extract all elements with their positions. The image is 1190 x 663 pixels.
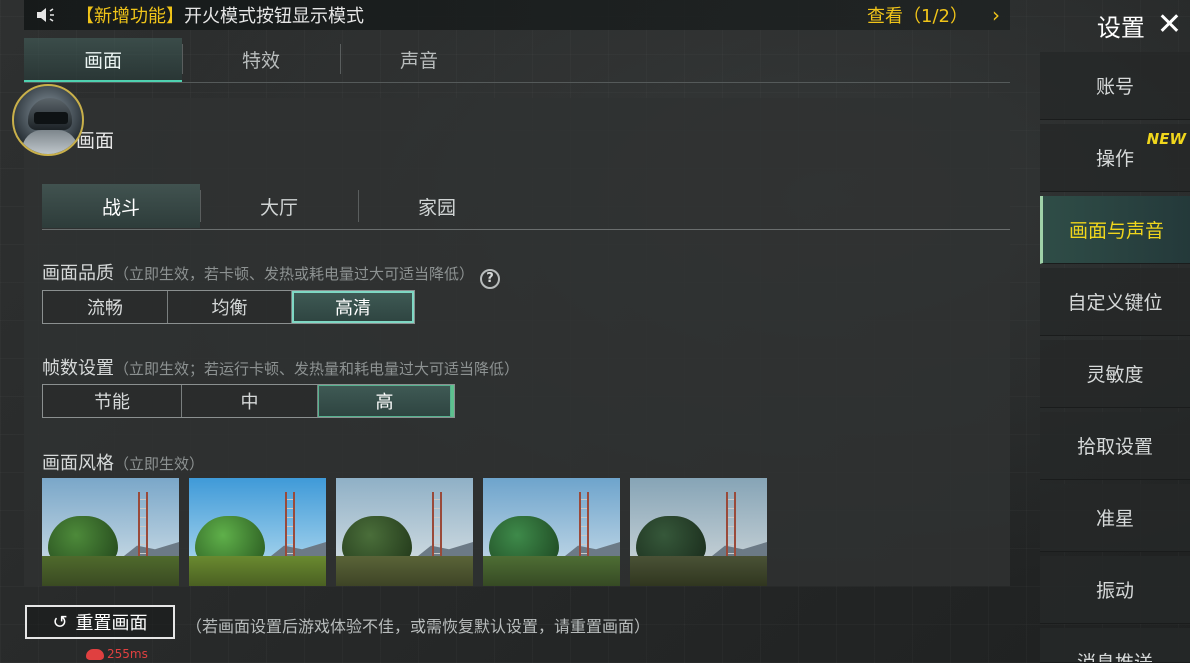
sidebar-item-notifications[interactable]: 消息推送 <box>1040 628 1190 663</box>
divider <box>24 82 1010 83</box>
notice-tag: 【新增功能】 <box>76 6 184 27</box>
style-thumbnails <box>42 478 767 586</box>
speaker-icon <box>26 6 66 24</box>
style-thumbnail-2[interactable] <box>189 478 326 586</box>
fps-option-high[interactable]: 高 <box>317 385 454 417</box>
fps-option-medium[interactable]: 中 <box>181 385 317 417</box>
sidebar-item-controls[interactable]: 操作 NEW <box>1040 124 1190 192</box>
close-icon[interactable]: ✕ <box>1157 10 1182 40</box>
settings-title: 设置 <box>1096 13 1145 42</box>
sidebar-item-crosshair[interactable]: 准星 <box>1040 484 1190 552</box>
ping-indicator: 255ms <box>86 647 148 661</box>
fps-hint: （立即生效；若运行卡顿、发热量和耗电量过大可适当降低） <box>114 360 520 378</box>
sidebar-item-sensitivity[interactable]: 灵敏度 <box>1040 340 1190 408</box>
reset-icon: ↺ <box>52 611 68 633</box>
reset-graphics-button[interactable]: ↺ 重置画面 <box>25 605 175 639</box>
style-thumbnail-1[interactable] <box>42 478 179 586</box>
tab-combat[interactable]: 战斗 <box>42 184 200 228</box>
quality-selector: 流畅 均衡 高清 <box>42 290 415 324</box>
style-hint: （立即生效） <box>114 455 205 473</box>
notice-message: 开火模式按钮显示模式 <box>184 6 364 27</box>
sidebar-item-graphics-sound[interactable]: 画面与声音 <box>1040 196 1190 264</box>
style-thumbnail-5[interactable] <box>630 478 767 586</box>
ping-value: 255ms <box>107 647 148 661</box>
tab-sound[interactable]: 声音 <box>340 38 498 80</box>
style-thumbnail-4[interactable] <box>483 478 620 586</box>
tab-graphics[interactable]: 画面 <box>24 38 182 82</box>
avatar[interactable] <box>12 84 84 156</box>
fps-option-power-saving[interactable]: 节能 <box>43 385 181 417</box>
quality-option-smooth[interactable]: 流畅 <box>43 291 167 323</box>
sidebar-header: 设置 ✕ <box>1040 0 1190 50</box>
quality-option-balanced[interactable]: 均衡 <box>167 291 291 323</box>
fps-title: 帧数设置 <box>42 358 114 379</box>
style-title: 画面风格 <box>42 453 114 474</box>
tab-effects[interactable]: 特效 <box>182 38 340 80</box>
quality-label: 画面品质（立即生效，若卡顿、发热或耗电量过大可适当降低）? <box>42 259 501 289</box>
notice-bar[interactable]: 【新增功能】 开火模式按钮显示模式 查看（1/2） › <box>24 0 1010 30</box>
style-thumbnail-3[interactable] <box>336 478 473 586</box>
sub-tabs: 战斗 大厅 家园 <box>42 184 1010 230</box>
style-label: 画面风格（立即生效） <box>42 449 204 475</box>
cloud-icon <box>86 648 104 660</box>
top-tabs: 画面 特效 声音 <box>24 38 1010 82</box>
sidebar-item-account[interactable]: 账号 <box>1040 52 1190 120</box>
tab-home[interactable]: 家园 <box>358 184 516 228</box>
reset-label: 重置画面 <box>75 613 148 634</box>
sidebar-item-label: 操作 <box>1095 148 1134 170</box>
fps-selector: 节能 中 高 <box>42 384 455 418</box>
tab-lobby[interactable]: 大厅 <box>200 184 358 228</box>
fps-label: 帧数设置（立即生效；若运行卡顿、发热量和耗电量过大可适当降低） <box>42 354 519 380</box>
reset-note: （若画面设置后游戏体验不佳，或需恢复默认设置，请重置画面） <box>186 617 651 636</box>
new-badge: NEW <box>1146 130 1186 148</box>
help-icon[interactable]: ? <box>480 268 501 289</box>
quality-hint: （立即生效，若卡顿、发热或耗电量过大可适当降低） <box>114 265 475 283</box>
quality-title: 画面品质 <box>42 263 114 284</box>
sidebar-item-pickup[interactable]: 拾取设置 <box>1040 412 1190 480</box>
sidebar-item-vibration[interactable]: 振动 <box>1040 556 1190 624</box>
chevron-right-icon[interactable]: › <box>992 3 1000 27</box>
sidebar-item-custom-keys[interactable]: 自定义键位 <box>1040 268 1190 336</box>
notice-view-link[interactable]: 查看（1/2） <box>867 2 968 28</box>
divider <box>42 229 1010 230</box>
quality-option-hd[interactable]: 高清 <box>291 291 414 323</box>
